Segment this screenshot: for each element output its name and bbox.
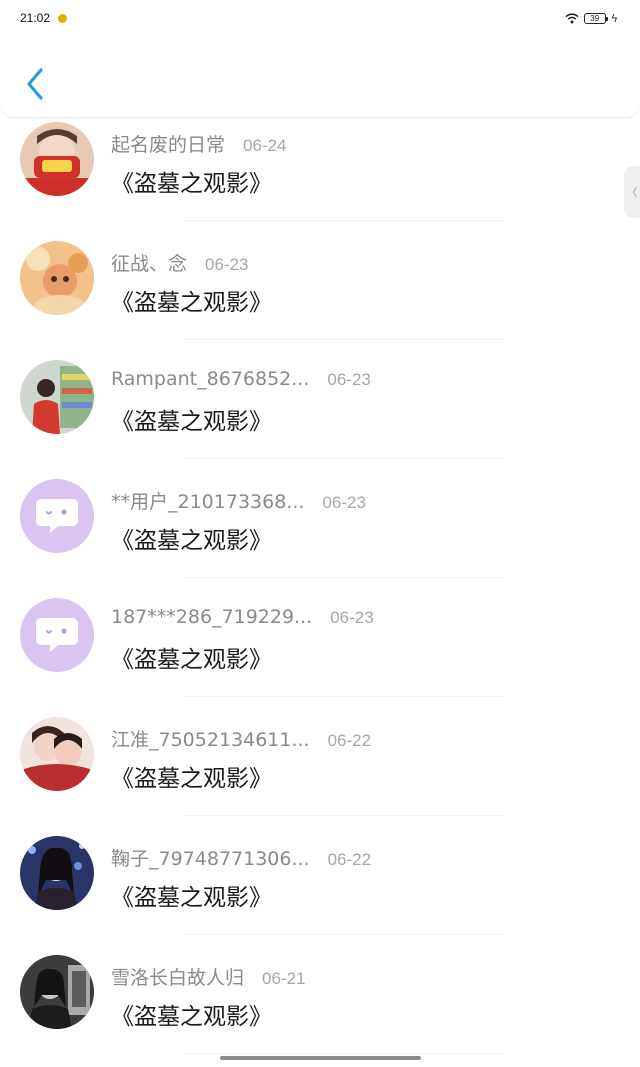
comment-date: 06-22: [327, 850, 372, 869]
comment-text: 《盗墓之观影》: [111, 528, 272, 554]
avatar[interactable]: [20, 479, 94, 553]
avatar-photo: [20, 241, 94, 315]
comment-text: 《盗墓之观影》: [111, 290, 272, 316]
username[interactable]: Rampant_8676852...: [111, 368, 309, 390]
comment-text: 《盗墓之观影》: [111, 647, 272, 673]
avatar-photo: [20, 836, 94, 910]
screen: 21:02 39 ϟ 〈 起名废的日常 06-24 《盗墓之观影》 征战、念 0…: [0, 0, 640, 1067]
avatar[interactable]: [20, 122, 94, 196]
comment-date: 06-23: [330, 608, 374, 627]
battery-icon: 39: [583, 12, 608, 24]
username[interactable]: 起名废的日常: [111, 130, 225, 157]
list-item[interactable]: 征战、念 06-23 《盗墓之观影》: [0, 221, 640, 340]
home-indicator[interactable]: [220, 1056, 421, 1060]
username[interactable]: 鞠子_79748771306...: [111, 844, 310, 871]
status-time: 21:02: [20, 11, 51, 25]
comment-text: 《盗墓之观影》: [111, 766, 272, 792]
status-bar: 21:02 39 ϟ: [0, 0, 640, 36]
comment-date: 06-24: [243, 136, 287, 155]
chat-bubble-icon: [36, 618, 78, 652]
comment-date: 06-23: [205, 255, 249, 274]
list-item[interactable]: 江准_75052134611... 06-22 《盗墓之观影》: [0, 697, 640, 816]
list-item[interactable]: 187***286_719229... 06-23 《盗墓之观影》: [0, 578, 640, 697]
chevron-left-icon: [27, 68, 43, 100]
notification-icon: [58, 13, 68, 23]
chevron-left-icon: 〈: [626, 186, 638, 199]
avatar[interactable]: [20, 955, 94, 1029]
list-item[interactable]: 鞠子_79748771306... 06-22 《盗墓之观影》: [0, 816, 640, 935]
username[interactable]: 雪洛长白故人归: [111, 963, 244, 990]
avatar-photo: [20, 360, 94, 434]
list-item[interactable]: 雪洛长白故人归 06-21 《盗墓之观影》: [0, 935, 640, 1054]
list-item[interactable]: 起名废的日常 06-24 《盗墓之观影》: [0, 102, 640, 221]
comment-date: 06-22: [327, 731, 372, 750]
avatar-photo: [20, 717, 94, 791]
username[interactable]: 187***286_719229...: [111, 606, 312, 628]
comment-text: 《盗墓之观影》: [111, 1004, 272, 1030]
avatar[interactable]: [20, 241, 94, 315]
avatar[interactable]: [20, 360, 94, 434]
comment-date: 06-23: [322, 493, 366, 512]
comment-text: 《盗墓之观影》: [111, 171, 272, 197]
avatar[interactable]: [20, 836, 94, 910]
divider: [182, 1053, 504, 1054]
list-item[interactable]: Rampant_8676852... 06-23 《盗墓之观影》: [0, 340, 640, 459]
charging-icon: ϟ: [610, 11, 618, 25]
chat-bubble-icon: [36, 499, 78, 533]
username[interactable]: 江准_75052134611...: [111, 725, 310, 752]
header-bar: 21:02 39 ϟ: [0, 0, 640, 118]
battery-level: 39: [590, 13, 600, 23]
comment-text: 《盗墓之观影》: [111, 885, 272, 911]
comment-list: 起名废的日常 06-24 《盗墓之观影》 征战、念 06-23 《盗墓之观影》 …: [0, 102, 640, 1054]
username[interactable]: 征战、念: [111, 249, 187, 276]
avatar-photo: [20, 122, 94, 196]
wifi-icon: [565, 12, 579, 23]
comment-date: 06-23: [327, 370, 371, 389]
back-button[interactable]: [18, 62, 52, 106]
avatar[interactable]: [20, 717, 94, 791]
avatar[interactable]: [20, 598, 94, 672]
comment-text: 《盗墓之观影》: [111, 409, 272, 435]
comment-date: 06-21: [262, 969, 306, 988]
side-panel-handle[interactable]: 〈: [624, 166, 640, 218]
avatar-photo: [20, 955, 94, 1029]
username[interactable]: **用户_210173368...: [111, 487, 304, 514]
list-item[interactable]: **用户_210173368... 06-23 《盗墓之观影》: [0, 459, 640, 578]
